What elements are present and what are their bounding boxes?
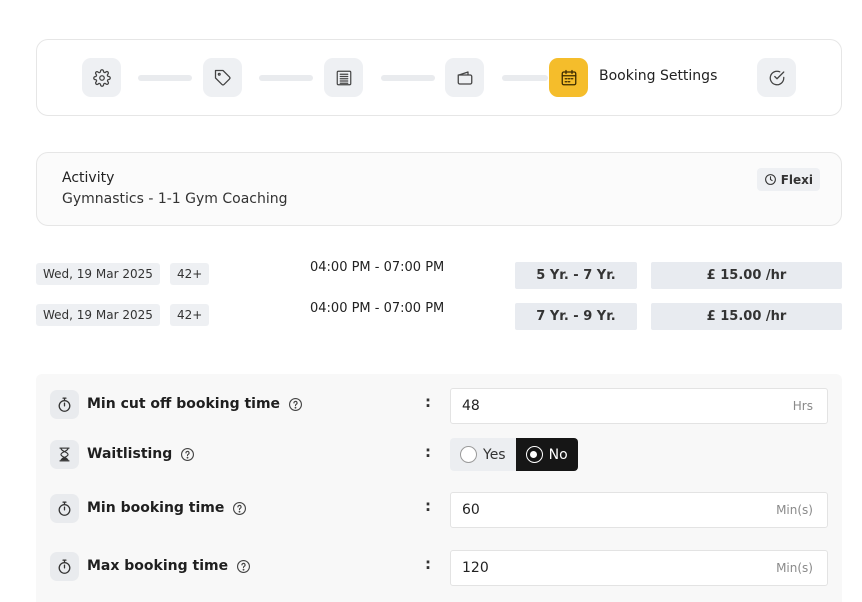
- clock-icon: [764, 174, 776, 185]
- activity-label: Activity: [62, 170, 115, 186]
- stopwatch-icon-container: [50, 552, 79, 581]
- waitlisting-row: Waitlisting : Yes No: [36, 438, 842, 474]
- session-time: 04:00 PM - 07:00 PM: [310, 260, 445, 275]
- stopwatch-icon: [58, 397, 71, 412]
- min-booking-unit: Min(s): [776, 503, 813, 517]
- gear-icon: [92, 68, 111, 87]
- max-booking-input[interactable]: 120 Min(s): [450, 550, 828, 586]
- check-circle-icon: [769, 70, 784, 85]
- min-booking-label: Min booking time: [87, 500, 247, 516]
- stopwatch-icon: [58, 501, 71, 516]
- step-connector: [259, 75, 313, 81]
- max-booking-unit: Min(s): [776, 561, 813, 575]
- stopwatch-icon: [58, 559, 71, 574]
- session-date: Wed, 19 Mar 2025: [36, 304, 160, 326]
- session-price: £ 15.00 /hr: [651, 303, 842, 330]
- list-icon: [336, 70, 351, 85]
- min-cutoff-input[interactable]: 48 Hrs: [450, 388, 828, 424]
- radio-checked-icon: [525, 446, 543, 463]
- colon-separator: :: [425, 497, 431, 515]
- calendar-icon: [561, 69, 576, 85]
- help-icon[interactable]: [232, 501, 247, 516]
- stopwatch-icon-container: [50, 390, 79, 419]
- step-connector: [502, 75, 548, 81]
- min-booking-label-text: Min booking time: [87, 500, 225, 516]
- session-age-range: 5 Yr. - 7 Yr.: [515, 262, 637, 289]
- help-icon[interactable]: [288, 397, 303, 412]
- step-connector: [138, 75, 192, 81]
- min-booking-input[interactable]: 60 Min(s): [450, 492, 828, 528]
- booking-settings-panel: Min cut off booking time : 48 Hrs Waitli…: [36, 374, 842, 602]
- activity-name: Gymnastics - 1-1 Gym Coaching: [62, 191, 288, 207]
- colon-separator: :: [425, 555, 431, 573]
- session-capacity: 42+: [170, 304, 210, 326]
- min-cutoff-label: Min cut off booking time: [87, 396, 303, 412]
- colon-separator: :: [425, 443, 431, 461]
- waitlisting-yes-label: Yes: [483, 446, 506, 463]
- flexi-badge-label: Flexi: [780, 172, 813, 187]
- flexi-badge: Flexi: [756, 168, 820, 191]
- waitlisting-label: Waitlisting: [87, 446, 195, 462]
- waitlisting-toggle: Yes No: [450, 438, 578, 471]
- step-pricing[interactable]: [203, 58, 242, 97]
- step-payment[interactable]: [445, 58, 484, 97]
- hourglass-icon-container: [50, 440, 79, 469]
- session-capacity: 42+: [170, 263, 210, 285]
- step-details[interactable]: [324, 58, 363, 97]
- max-booking-label-text: Max booking time: [87, 558, 229, 574]
- step-confirm[interactable]: [757, 58, 796, 97]
- colon-separator: :: [425, 393, 431, 411]
- min-booking-value: 60: [462, 502, 480, 518]
- step-booking-settings[interactable]: [549, 58, 588, 97]
- waitlisting-label-text: Waitlisting: [87, 446, 173, 462]
- radio-unchecked-icon: [460, 446, 477, 463]
- session-age-range: 7 Yr. - 9 Yr.: [515, 303, 637, 330]
- min-booking-row: Min booking time : 60 Min(s): [36, 492, 842, 528]
- session-row: Wed, 19 Mar 2025 42+ 04:00 PM - 07:00 PM…: [36, 301, 842, 331]
- max-booking-row: Max booking time : 120 Min(s): [36, 550, 842, 586]
- active-step-label: Booking Settings: [599, 68, 718, 84]
- session-date: Wed, 19 Mar 2025: [36, 263, 160, 285]
- session-price: £ 15.00 /hr: [651, 262, 842, 289]
- min-cutoff-row: Min cut off booking time : 48 Hrs: [36, 388, 842, 424]
- hourglass-icon: [59, 447, 70, 462]
- waitlisting-yes-radio[interactable]: Yes: [450, 438, 516, 471]
- session-time: 04:00 PM - 07:00 PM: [310, 301, 445, 316]
- wallet-icon: [457, 70, 472, 85]
- tag-icon: [214, 69, 231, 86]
- min-cutoff-label-text: Min cut off booking time: [87, 396, 281, 412]
- min-cutoff-value: 48: [462, 398, 480, 414]
- help-icon[interactable]: [180, 447, 195, 462]
- step-general[interactable]: [82, 58, 121, 97]
- step-connector: [381, 75, 435, 81]
- min-cutoff-unit: Hrs: [792, 399, 813, 413]
- progress-stepper: Booking Settings: [36, 39, 842, 116]
- activity-card: Activity Gymnastics - 1-1 Gym Coaching F…: [36, 152, 842, 226]
- stopwatch-icon-container: [50, 494, 79, 523]
- help-icon[interactable]: [236, 559, 251, 574]
- session-row: Wed, 19 Mar 2025 42+ 04:00 PM - 07:00 PM…: [36, 260, 842, 290]
- waitlisting-no-radio[interactable]: No: [515, 438, 578, 471]
- waitlisting-no-label: No: [548, 446, 568, 463]
- max-booking-label: Max booking time: [87, 558, 251, 574]
- max-booking-value: 120: [462, 560, 489, 576]
